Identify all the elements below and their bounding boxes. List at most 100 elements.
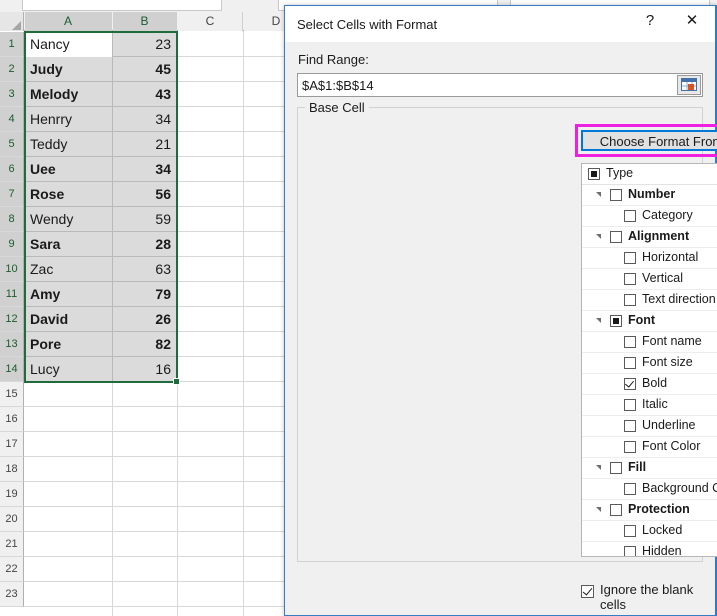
tree-row[interactable]: BoldFalse — [582, 374, 717, 395]
tree-row[interactable]: ItalicFalse — [582, 395, 717, 416]
tree-item-label: Text direction — [642, 292, 716, 306]
selection-border — [24, 31, 178, 383]
tree-row[interactable]: Alignment — [582, 227, 717, 248]
row-header-22[interactable]: 22 — [0, 557, 24, 582]
checkbox-font-color[interactable] — [624, 441, 636, 453]
checkbox-protection[interactable] — [610, 504, 622, 516]
row-header-10[interactable]: 10 — [0, 257, 24, 282]
column-header-b[interactable]: B — [113, 12, 177, 31]
screen: A B C D 1 2 3 4 5 6 7 8 9 10 11 12 13 14 15 16 17 18 19 20 2… — [0, 0, 717, 616]
tree-row[interactable]: UnderlinexlUnderlineStyleNone — [582, 416, 717, 437]
expander-icon[interactable] — [596, 192, 601, 197]
tree-row[interactable]: Fill — [582, 458, 717, 479]
row-header-8[interactable]: 8 — [0, 207, 24, 232]
tree-item-label: Horizontal — [642, 250, 699, 264]
row-header-4[interactable]: 4 — [0, 107, 24, 132]
ignore-blank-cells-label: Ignore the blank cells — [600, 582, 694, 612]
format-property-tree[interactable]: Type Value Number CategoryGeneral Alignmen… — [581, 163, 717, 557]
row-header-7[interactable]: 7 — [0, 182, 24, 207]
select-all-checkbox[interactable] — [588, 168, 600, 180]
checkbox-background-color[interactable] — [624, 483, 636, 495]
checkbox-italic[interactable] — [624, 399, 636, 411]
select-cells-with-format-dialog: Select Cells with Format ? ✕ Find Range:… — [284, 5, 717, 616]
tree-row[interactable]: Font — [582, 311, 717, 332]
row-header-3[interactable]: 3 — [0, 82, 24, 107]
tree-row[interactable]: Protection — [582, 500, 717, 521]
checkbox-alignment[interactable] — [610, 231, 622, 243]
toolbar-field-1[interactable] — [22, 0, 222, 11]
tree-rows: Number CategoryGeneral Alignment Horizontal… — [582, 185, 717, 557]
tree-row[interactable]: Background Color — [582, 479, 717, 500]
select-all-corner[interactable] — [0, 12, 24, 31]
tree-item-label: Number — [628, 187, 676, 201]
tree-row[interactable]: LockedTrue — [582, 521, 717, 542]
row-header-16[interactable]: 16 — [0, 407, 24, 432]
checkbox-locked[interactable] — [624, 525, 636, 537]
row-header-1[interactable]: 1 — [0, 32, 24, 57]
ignore-blank-cells-checkbox[interactable] — [581, 585, 594, 598]
row-header-13[interactable]: 13 — [0, 332, 24, 357]
row-header-9[interactable]: 9 — [0, 232, 24, 257]
row-header-11[interactable]: 11 — [0, 282, 24, 307]
choose-format-from-cell-button[interactable]: Choose Format From Cell — [581, 130, 717, 151]
checkbox-font-name[interactable] — [624, 336, 636, 348]
find-range-field — [297, 73, 703, 97]
row-header-12[interactable]: 12 — [0, 307, 24, 332]
expander-icon[interactable] — [596, 234, 601, 239]
tree-header-type: Type — [606, 166, 634, 180]
fill-handle[interactable] — [173, 378, 180, 385]
row-header-15[interactable]: 15 — [0, 382, 24, 407]
checkbox-number[interactable] — [610, 189, 622, 201]
row-header-5[interactable]: 5 — [0, 132, 24, 157]
range-select-icon[interactable] — [677, 75, 701, 95]
tree-item-label: Font size — [642, 355, 693, 369]
tree-item-label: Italic — [642, 397, 668, 411]
gridline-v — [243, 31, 244, 616]
tree-item-label: Hidden — [642, 544, 682, 557]
tree-item-label: Font name — [642, 334, 702, 348]
checkbox-font-size[interactable] — [624, 357, 636, 369]
row-header-2[interactable]: 2 — [0, 57, 24, 82]
tree-row[interactable]: CategoryGeneral — [582, 206, 717, 227]
checkbox-text-direction[interactable] — [624, 294, 636, 306]
tree-row[interactable]: VerticalxlVAlignBottom — [582, 269, 717, 290]
checkbox-underline[interactable] — [624, 420, 636, 432]
expander-icon[interactable] — [596, 507, 601, 512]
checkbox-horizontal[interactable] — [624, 252, 636, 264]
row-header-6[interactable]: 6 — [0, 157, 24, 182]
checkbox-bold[interactable] — [624, 378, 636, 390]
checkbox-hidden[interactable] — [624, 546, 636, 556]
tree-row[interactable]: Text directionxlHorizontal — [582, 290, 717, 311]
tree-row[interactable]: Number — [582, 185, 717, 206]
find-range-input[interactable] — [298, 74, 672, 96]
close-icon[interactable]: ✕ — [675, 6, 709, 36]
tree-item-label: Underline — [642, 418, 696, 432]
expander-icon[interactable] — [596, 318, 601, 323]
tree-item-label: Alignment — [628, 229, 690, 243]
checkbox-font[interactable] — [610, 315, 622, 327]
tree-row[interactable]: Font nameCalibri — [582, 332, 717, 353]
tree-row[interactable]: Font size14 — [582, 353, 717, 374]
column-header-a[interactable]: A — [25, 12, 112, 31]
tree-header-row: Type Value — [582, 164, 717, 185]
base-cell-legend: Base Cell — [305, 100, 369, 115]
checkbox-category[interactable] — [624, 210, 636, 222]
row-header-19[interactable]: 19 — [0, 482, 24, 507]
tree-row[interactable]: HorizontalxlHAlignGeneral — [582, 248, 717, 269]
row-header-18[interactable]: 18 — [0, 457, 24, 482]
dialog-titlebar: Select Cells with Format ? ✕ — [285, 6, 715, 43]
row-header-23[interactable]: 23 — [0, 582, 24, 607]
help-icon[interactable]: ? — [633, 6, 667, 36]
tree-item-label: Category — [642, 208, 693, 222]
row-header-20[interactable]: 20 — [0, 507, 24, 532]
expander-icon[interactable] — [596, 465, 601, 470]
checkbox-fill[interactable] — [610, 462, 622, 474]
row-header-14[interactable]: 14 — [0, 357, 24, 382]
row-header-21[interactable]: 21 — [0, 532, 24, 557]
tree-row[interactable]: HiddenFalse — [582, 542, 717, 557]
checkbox-vertical[interactable] — [624, 273, 636, 285]
tree-item-label: Locked — [642, 523, 683, 537]
row-header-17[interactable]: 17 — [0, 432, 24, 457]
tree-row[interactable]: Font Color — [582, 437, 717, 458]
column-header-c[interactable]: C — [178, 12, 243, 31]
